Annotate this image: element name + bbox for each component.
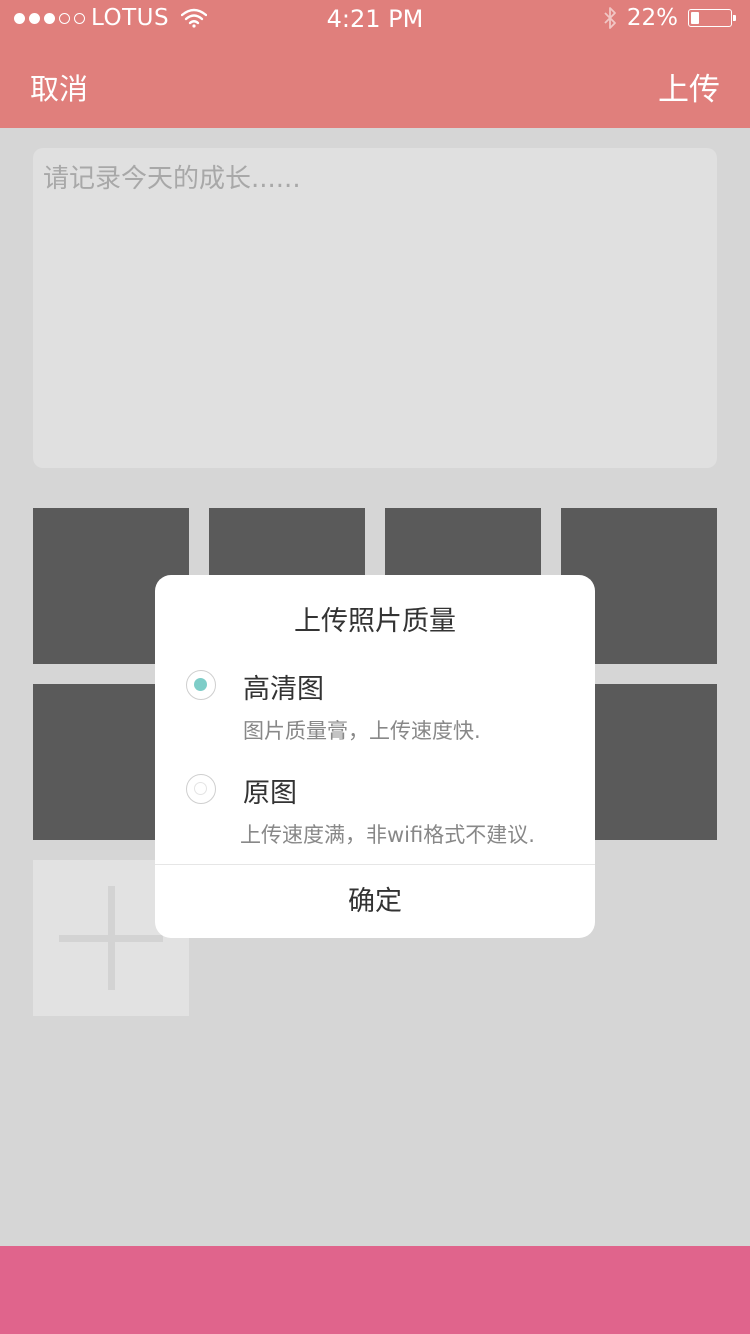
status-right: 22% — [603, 5, 736, 31]
bluetooth-icon — [604, 7, 616, 29]
option-label: 原图 — [243, 778, 297, 809]
photo-quality-dialog: 上传照片质量 高清图 图片质量膏，上传速度快. 原图 上传速度满，非wifi格式… — [155, 575, 595, 938]
option-label: 高清图 — [243, 674, 324, 705]
cancel-button[interactable]: 取消 — [30, 66, 88, 108]
upload-button[interactable]: 上传 — [658, 64, 720, 109]
battery-tip — [733, 15, 736, 21]
confirm-button[interactable]: 确定 — [155, 865, 595, 938]
plus-icon — [108, 886, 115, 990]
battery-fill — [691, 12, 699, 24]
status-bar: LOTUS 4:21 PM 22% — [0, 0, 750, 38]
radio-dot — [194, 782, 207, 795]
note-input[interactable] — [33, 148, 717, 468]
option-hd[interactable]: 高清图 图片质量膏，上传速度快. — [155, 663, 595, 753]
option-description: 上传速度满，非wifi格式不建议. — [240, 823, 535, 847]
radio-dot — [194, 678, 207, 691]
battery-percentage: 22% — [626, 5, 678, 31]
option-original[interactable]: 原图 上传速度满，非wifi格式不建议. — [155, 767, 595, 857]
header: LOTUS 4:21 PM 22% 取消 上传 — [0, 0, 750, 128]
bottom-bar — [0, 1246, 750, 1334]
option-description: 图片质量膏，上传速度快. — [243, 719, 481, 743]
battery-icon — [688, 7, 736, 29]
radio-button-unselected[interactable] — [186, 774, 216, 804]
dialog-title: 上传照片质量 — [294, 606, 456, 637]
radio-button-selected[interactable] — [186, 670, 216, 700]
